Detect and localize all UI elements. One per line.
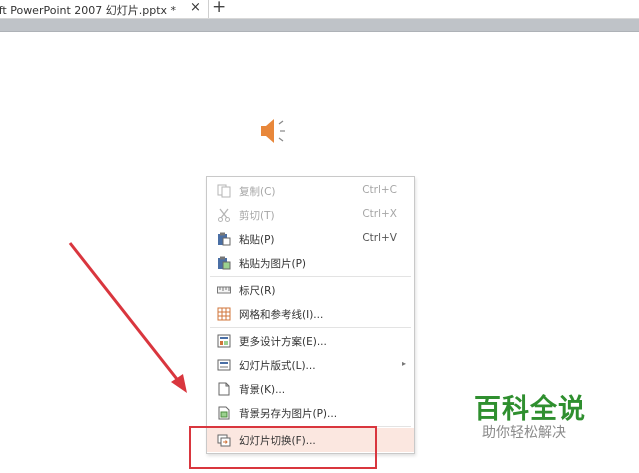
- submenu-arrow-icon: ▸: [401, 359, 406, 368]
- document-tab[interactable]: oft PowerPoint 2007 幻灯片.pptx * ×: [0, 0, 209, 18]
- menu-label: 背景(K)...: [239, 384, 286, 396]
- highlight-annotation-box: [189, 426, 377, 469]
- menu-item-more-designs[interactable]: 更多设计方案(E)...: [207, 329, 414, 353]
- copy-icon: [217, 184, 231, 198]
- save-background-icon: [218, 406, 230, 420]
- menu-shortcut: Ctrl+X: [362, 208, 397, 220]
- menu-label: 标尺(R): [239, 285, 276, 297]
- menu-shortcut: Ctrl+V: [362, 232, 397, 244]
- menu-item-background[interactable]: 背景(K)...: [207, 377, 414, 401]
- menu-label: 背景另存为图片(P)...: [239, 408, 338, 420]
- menu-item-ruler[interactable]: 标尺(R): [207, 278, 414, 302]
- menu-item-grid[interactable]: 网格和参考线(I)...: [207, 302, 414, 326]
- grid-icon: [217, 307, 231, 321]
- menu-shortcut: Ctrl+C: [362, 184, 397, 196]
- menu-label: 复制(C): [239, 186, 276, 198]
- cut-icon: [218, 208, 230, 222]
- context-menu: 复制(C) Ctrl+C 剪切(T) Ctrl+X 粘贴(P) Ctrl+V 粘…: [206, 176, 415, 454]
- paste-as-picture-icon: [218, 256, 231, 270]
- tab-bar: oft PowerPoint 2007 幻灯片.pptx * × +: [0, 0, 639, 19]
- menu-label: 剪切(T): [239, 210, 275, 222]
- ruler-icon: [217, 286, 231, 294]
- menu-label: 更多设计方案(E)...: [239, 336, 327, 348]
- menu-label: 幻灯片版式(L)...: [239, 360, 316, 372]
- menu-label: 粘贴为图片(P): [239, 258, 307, 270]
- design-icon: [217, 334, 231, 348]
- watermark-title: 百科全说: [474, 394, 586, 425]
- menu-label: 粘贴(P): [239, 234, 275, 246]
- menu-item-copy[interactable]: 复制(C) Ctrl+C: [207, 179, 414, 203]
- new-tab-icon[interactable]: +: [212, 0, 226, 17]
- menu-label: 网格和参考线(I)...: [239, 309, 324, 321]
- background-icon: [218, 382, 230, 396]
- menu-separator: [210, 327, 411, 328]
- close-tab-icon[interactable]: ×: [190, 0, 201, 15]
- menu-item-save-background[interactable]: 背景另存为图片(P)...: [207, 401, 414, 425]
- watermark-subtitle: 助你轻松解决: [482, 425, 566, 441]
- layout-icon: [217, 359, 231, 371]
- paste-icon: [218, 232, 231, 246]
- menu-item-paste[interactable]: 粘贴(P) Ctrl+V: [207, 227, 414, 251]
- menu-item-paste-as-picture[interactable]: 粘贴为图片(P): [207, 251, 414, 275]
- toolbar-strip: [0, 19, 639, 32]
- tab-title: oft PowerPoint 2007 幻灯片.pptx *: [0, 4, 177, 17]
- menu-item-slide-layout[interactable]: 幻灯片版式(L)... ▸: [207, 353, 414, 377]
- menu-item-cut[interactable]: 剪切(T) Ctrl+X: [207, 203, 414, 227]
- speaker-icon[interactable]: [258, 116, 292, 146]
- menu-separator: [210, 276, 411, 277]
